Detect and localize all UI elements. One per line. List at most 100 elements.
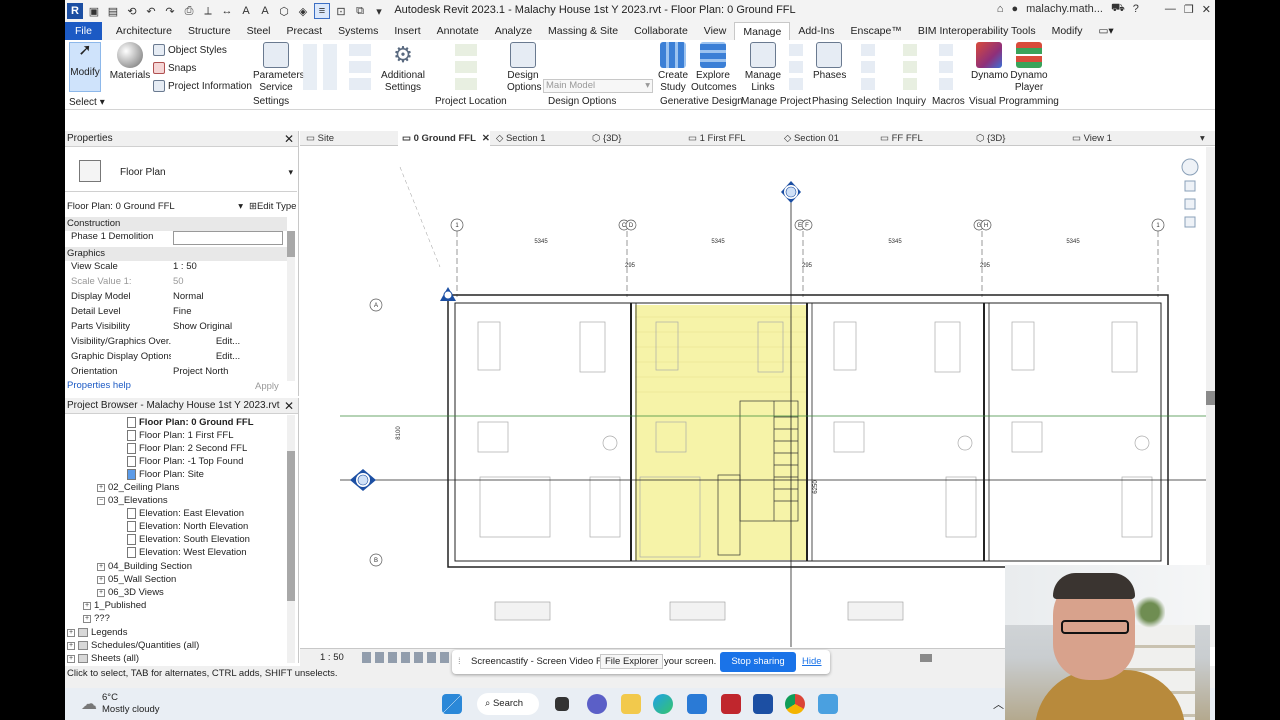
- thin-lines-icon[interactable]: ≡: [314, 3, 330, 19]
- prop-value[interactable]: Normal: [171, 291, 283, 306]
- tab-view[interactable]: View: [696, 22, 735, 40]
- tab-modify[interactable]: Modify: [1044, 22, 1091, 40]
- close-icon[interactable]: ✕: [284, 398, 294, 414]
- hide-link[interactable]: Hide: [802, 656, 822, 667]
- stop-sharing-button[interactable]: Stop sharing: [720, 652, 796, 672]
- expand-icon[interactable]: +: [97, 483, 105, 492]
- browser-item[interactable]: + Schedules/Quantities (all): [67, 640, 199, 651]
- tab-structure[interactable]: Structure: [180, 22, 239, 40]
- tab-precast[interactable]: Precast: [279, 22, 331, 40]
- browser-item[interactable]: Elevation: East Elevation: [127, 508, 244, 519]
- view-tab[interactable]: ◇ Section 1: [496, 131, 586, 146]
- restore-button[interactable]: ❐: [1184, 3, 1194, 16]
- browser-item[interactable]: Floor Plan: 1 First FFL: [127, 430, 234, 441]
- view-tab[interactable]: ⬡ {3D}: [592, 131, 682, 146]
- help-icon[interactable]: ?: [1133, 3, 1139, 15]
- open-icon[interactable]: ▣: [86, 3, 102, 19]
- dynamo-button[interactable]: Dynamo: [971, 42, 1008, 82]
- search-box[interactable]: ⌕ Search: [477, 693, 539, 715]
- start-icon[interactable]: [442, 694, 462, 714]
- weather-icon[interactable]: ☁: [81, 694, 97, 714]
- tab-manage[interactable]: Manage: [734, 22, 791, 40]
- phases-button[interactable]: Phases: [813, 42, 846, 82]
- section-icon[interactable]: ◈: [295, 3, 311, 19]
- teams-chat-icon[interactable]: [587, 694, 607, 714]
- expand-icon[interactable]: +: [83, 614, 91, 623]
- browser-item[interactable]: −03_Elevations: [97, 495, 168, 506]
- properties-help-link[interactable]: Properties help: [67, 380, 131, 391]
- prop-edit-button[interactable]: Edit...: [171, 336, 283, 351]
- properties-scrollbar[interactable]: [287, 231, 295, 381]
- tab-annotate[interactable]: Annotate: [429, 22, 487, 40]
- snipping-tool-icon[interactable]: [818, 694, 838, 714]
- settings-small-icons-2[interactable]: [349, 44, 371, 90]
- macros-icons[interactable]: [939, 44, 953, 90]
- tab-enscape[interactable]: Enscape™: [843, 22, 910, 40]
- browser-item[interactable]: +02_Ceiling Plans: [97, 482, 179, 493]
- file-explorer-icon[interactable]: [621, 694, 641, 714]
- redo-icon[interactable]: ↷: [162, 3, 178, 19]
- scroll-thumb[interactable]: [1206, 391, 1215, 405]
- additional-settings-button[interactable]: ⚙ Additional Settings: [377, 42, 429, 94]
- drag-handle-icon[interactable]: ⁞: [458, 656, 461, 667]
- inquiry-icons[interactable]: [903, 44, 917, 90]
- weather-text[interactable]: Mostly cloudy: [102, 704, 160, 715]
- selection-icons[interactable]: [861, 44, 875, 90]
- edit-type-button[interactable]: ⊞Edit Type: [249, 201, 296, 212]
- browser-item[interactable]: Floor Plan: Site: [127, 469, 204, 480]
- browser-item[interactable]: + Sheets (all): [67, 653, 139, 664]
- task-view-icon[interactable]: [555, 697, 569, 711]
- tab-architecture[interactable]: Architecture: [108, 22, 180, 40]
- user-name[interactable]: malachy.math...: [1026, 3, 1103, 15]
- object-styles-button[interactable]: Object Styles: [153, 44, 227, 56]
- ribbon-toggle-icon[interactable]: ▭▾: [1091, 22, 1122, 40]
- browser-item[interactable]: +1_Published: [83, 600, 146, 611]
- expand-icon[interactable]: +: [97, 562, 105, 571]
- sign-in-icon[interactable]: ⌂: [997, 3, 1004, 15]
- browser-item[interactable]: +???: [83, 613, 110, 624]
- cart-icon[interactable]: ⛟: [1111, 2, 1125, 16]
- create-study-button[interactable]: Create Study: [657, 42, 689, 94]
- store-icon[interactable]: [687, 694, 707, 714]
- tab-steel[interactable]: Steel: [239, 22, 279, 40]
- revit-taskbar-icon[interactable]: [753, 694, 773, 714]
- apply-button[interactable]: Apply: [255, 381, 279, 392]
- weather-temp[interactable]: 6°C: [102, 692, 118, 703]
- browser-item[interactable]: Floor Plan: -1 Top Found: [127, 456, 243, 467]
- user-icon[interactable]: ●: [1011, 3, 1018, 15]
- chrome-icon[interactable]: [785, 694, 805, 714]
- expand-icon[interactable]: +: [83, 601, 91, 610]
- browser-item[interactable]: Elevation: North Elevation: [127, 521, 248, 532]
- browser-item[interactable]: Floor Plan: 0 Ground FFL: [127, 417, 254, 428]
- prop-edit-button[interactable]: Edit...: [171, 351, 283, 366]
- scroll-thumb[interactable]: [287, 231, 295, 257]
- prop-value[interactable]: Show Original: [171, 321, 283, 336]
- snaps-button[interactable]: Snaps: [153, 62, 196, 74]
- settings-icon-grid[interactable]: [303, 44, 339, 90]
- browser-item[interactable]: +06_3D Views: [97, 587, 164, 598]
- revit-logo[interactable]: R: [67, 3, 83, 19]
- select-dropdown[interactable]: Select ▾: [69, 97, 105, 108]
- group-graphics[interactable]: Graphics: [65, 247, 287, 261]
- view-tab[interactable]: ▭ Site: [306, 131, 396, 146]
- manage-project-icons[interactable]: [789, 44, 803, 90]
- materials-button[interactable]: Materials: [109, 42, 151, 82]
- expand-icon[interactable]: +: [67, 628, 75, 637]
- collapse-icon[interactable]: −: [97, 496, 105, 505]
- minimize-button[interactable]: —: [1165, 3, 1176, 15]
- modify-button[interactable]: ➚ Modify: [69, 42, 101, 92]
- design-options-button[interactable]: Design Options: [507, 42, 541, 94]
- print-icon[interactable]: ⎙: [181, 3, 197, 19]
- group-construction[interactable]: Construction: [65, 217, 287, 231]
- 3d-view-icon[interactable]: ⬡: [276, 3, 292, 19]
- main-model-select[interactable]: Main Model ▾: [543, 79, 653, 93]
- tab-collaborate[interactable]: Collaborate: [626, 22, 696, 40]
- undo-icon[interactable]: ↶: [143, 3, 159, 19]
- close-hidden-icon[interactable]: ⊡: [333, 3, 349, 19]
- view-control-icons[interactable]: [362, 652, 452, 663]
- view-scale[interactable]: 1 : 50: [320, 652, 344, 663]
- tabs-dropdown-icon[interactable]: ▾: [1200, 131, 1205, 146]
- scroll-thumb[interactable]: [287, 451, 295, 601]
- prop-value-input[interactable]: [173, 231, 283, 245]
- prop-value[interactable]: Project North: [171, 366, 283, 381]
